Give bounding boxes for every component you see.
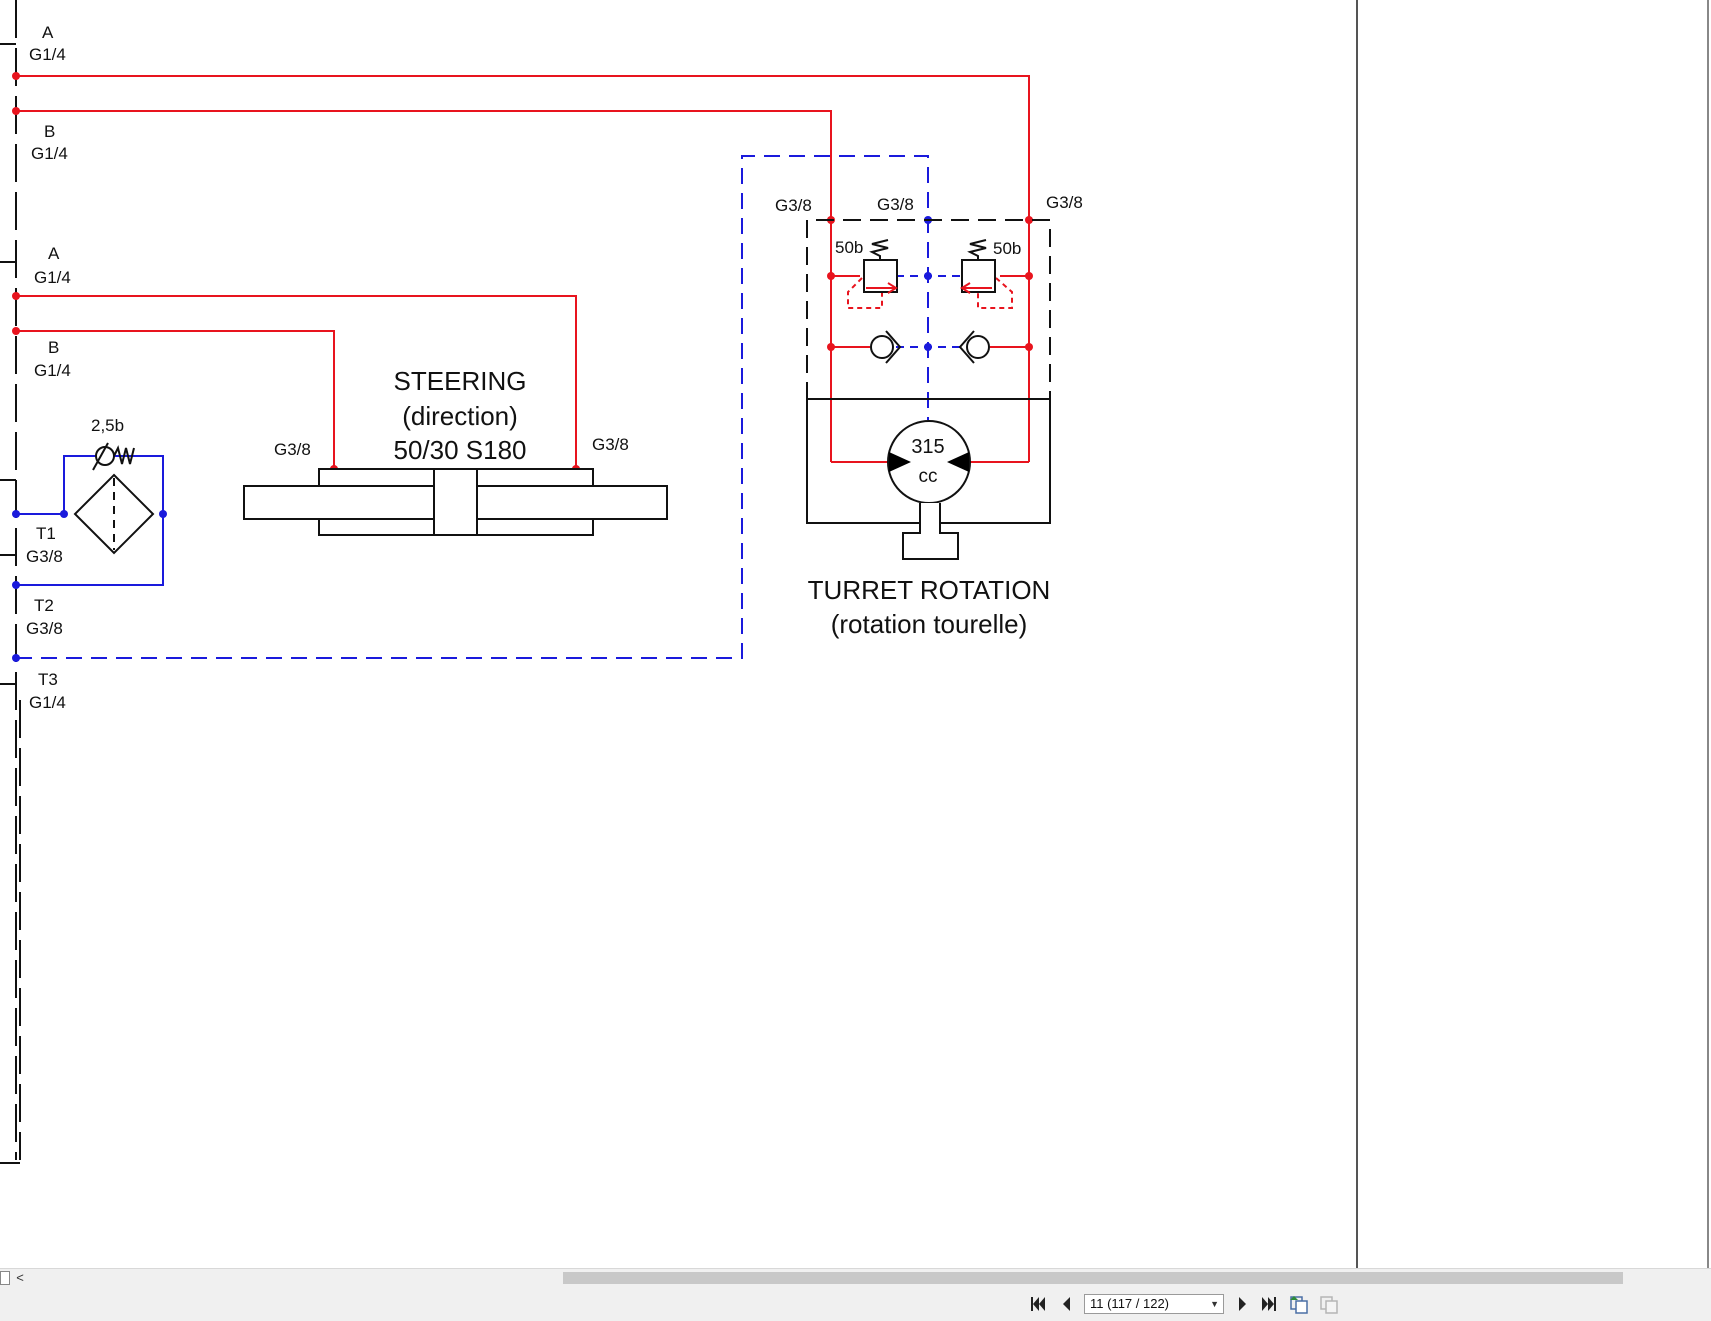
next-page-button[interactable] (1232, 1294, 1254, 1314)
turret-subtitle: (rotation tourelle) (831, 609, 1028, 639)
steering-title: STEERING (394, 366, 527, 396)
last-page-button[interactable] (1258, 1294, 1280, 1314)
motor-displacement-value: 315 (911, 436, 944, 458)
page-navigation-toolbar: 11 (117 / 122) ▼ (0, 1286, 1711, 1321)
scrollbar-stub (0, 1271, 10, 1285)
filter-bypass-pressure: 2,5b (91, 416, 124, 435)
scrollbar-thumb[interactable] (563, 1272, 1623, 1284)
turret-labels: G3/8 G3/8 G3/8 50b 50b 315 cc TURRET ROT… (775, 193, 1083, 639)
steering-port-right: G3/8 (592, 435, 629, 454)
previous-page-button[interactable] (1056, 1294, 1078, 1314)
previous-page-icon (1063, 1297, 1070, 1311)
steering-subtitle: (direction) (402, 401, 518, 431)
chevron-down-icon: ▼ (1210, 1299, 1219, 1309)
horizontal-scrollbar[interactable]: < (0, 1268, 1711, 1286)
port-label-a2: A (48, 244, 60, 263)
port-label-t2: T2 (34, 596, 54, 615)
vertical-scrollbar-edge (1707, 0, 1709, 1268)
turret-port-middle: G3/8 (877, 195, 914, 214)
page-indicator: 11 (117 / 122) (1090, 1296, 1170, 1311)
document-page: A G1/4 B G1/4 A G1/4 B G1/4 T1 G3/8 T2 G… (0, 0, 1711, 1268)
turret-port-left: G3/8 (775, 196, 812, 215)
next-page-icon (1239, 1297, 1246, 1311)
page-select-dropdown[interactable]: 11 (117 / 122) ▼ (1084, 1294, 1224, 1314)
turret-port-right: G3/8 (1046, 193, 1083, 212)
port-label-b2: B (48, 338, 59, 357)
port-thread-b2: G1/4 (34, 361, 71, 380)
steering-cylinder (243, 468, 668, 536)
port-thread-t3: G1/4 (29, 693, 66, 712)
last-page-icon (1262, 1297, 1276, 1311)
copy-page-disabled-icon (1320, 1296, 1338, 1314)
copy-page-button[interactable] (1288, 1294, 1310, 1314)
port-thread-a1: G1/4 (29, 45, 66, 64)
copy-page-icon (1290, 1296, 1308, 1314)
port-label-a1: A (42, 23, 54, 42)
turret-title: TURRET ROTATION (808, 575, 1051, 605)
left-port-labels: A G1/4 B G1/4 A G1/4 B G1/4 T1 G3/8 T2 G… (26, 23, 124, 712)
port-thread-b1: G1/4 (31, 144, 68, 163)
first-page-button[interactable] (1027, 1294, 1049, 1314)
return-filter (73, 442, 155, 555)
steering-port-left: G3/8 (274, 440, 311, 459)
port-thread-t2: G3/8 (26, 619, 63, 638)
port-thread-t1: G3/8 (26, 547, 63, 566)
port-label-t1: T1 (36, 524, 56, 543)
relief-valve-left-pressure: 50b (835, 238, 863, 257)
copy-page-disabled-button[interactable] (1318, 1294, 1340, 1314)
motor-displacement-unit: cc (919, 466, 938, 487)
viewer-background (1358, 0, 1711, 1268)
port-thread-a2: G1/4 (34, 268, 71, 287)
first-page-icon (1031, 1297, 1045, 1311)
port-label-b1: B (44, 122, 55, 141)
relief-valve-right-pressure: 50b (993, 239, 1021, 258)
steering-model: 50/30 S180 (393, 435, 526, 465)
port-label-t3: T3 (38, 670, 58, 689)
scroll-left-button[interactable]: < (12, 1269, 28, 1286)
